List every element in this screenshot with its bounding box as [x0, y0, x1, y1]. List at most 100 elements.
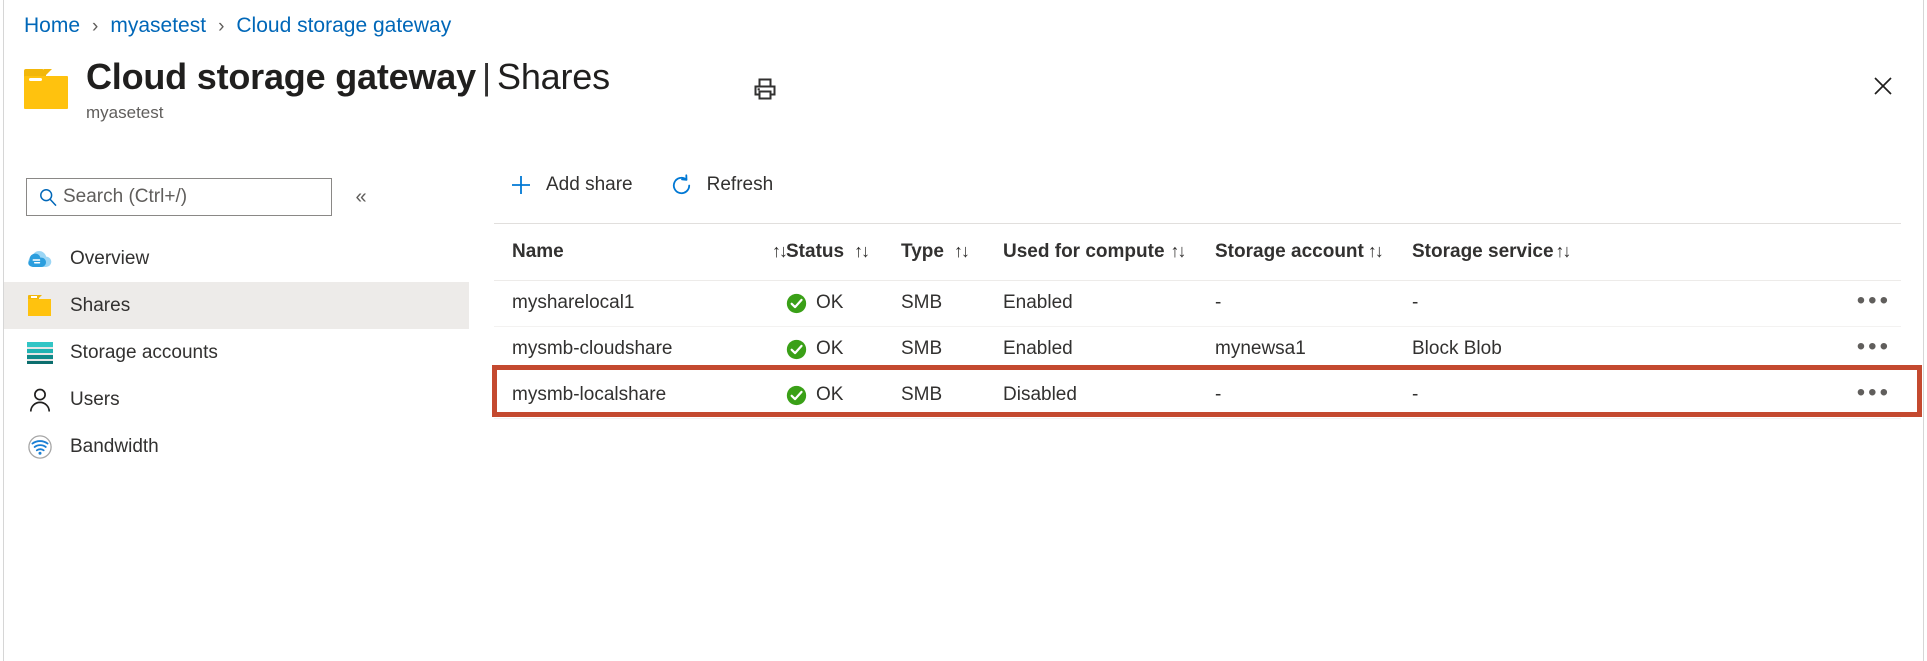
- folder-icon: [24, 69, 72, 109]
- cell-used-for-compute: Disabled: [1003, 372, 1215, 418]
- add-share-label: Add share: [546, 174, 633, 196]
- table-body: mysharelocal1 OK SMB Enabled: [494, 280, 1901, 418]
- column-header-label: Storage account: [1215, 241, 1364, 263]
- row-context-menu-icon[interactable]: •••: [1857, 294, 1891, 306]
- refresh-label: Refresh: [707, 174, 774, 196]
- breadcrumb-item-myasetest[interactable]: myasetest: [110, 14, 206, 38]
- sidebar-item-label: Shares: [70, 295, 130, 317]
- status-label: OK: [816, 338, 843, 360]
- cell-storage-service: Block Blob: [1412, 326, 1811, 372]
- cell-type: SMB: [901, 326, 1003, 372]
- table-row[interactable]: mysmb-cloudshare OK SMB Enabled: [494, 326, 1901, 372]
- page-title-main: Cloud storage gateway: [86, 56, 476, 97]
- cell-actions: •••: [1811, 326, 1901, 372]
- breadcrumb-separator-2: ›: [218, 17, 224, 36]
- breadcrumb: Home › myasetest › Cloud storage gateway: [24, 10, 451, 42]
- sidebar-item-shares[interactable]: Shares: [4, 282, 469, 329]
- cell-status: OK: [786, 372, 901, 418]
- cell-status: OK: [786, 326, 901, 372]
- sidebar-item-storage-accounts[interactable]: Storage accounts: [4, 329, 469, 376]
- sort-icon[interactable]: ↑↓: [1171, 241, 1185, 262]
- page-title: Cloud storage gateway|Shares: [86, 55, 610, 99]
- print-icon[interactable]: [748, 72, 782, 106]
- cell-name[interactable]: mysmb-cloudshare: [494, 326, 786, 372]
- main-content: Add share Refresh: [469, 155, 1923, 661]
- sort-icon[interactable]: ↑↓: [854, 241, 868, 262]
- cell-storage-account: -: [1215, 372, 1412, 418]
- column-header-label: Used for compute: [1003, 241, 1165, 263]
- column-header-storage-service[interactable]: Storage service ↑↓: [1412, 224, 1811, 280]
- column-header-used-for-compute[interactable]: Used for compute ↑↓: [1003, 224, 1215, 280]
- cell-type: SMB: [901, 372, 1003, 418]
- check-circle-icon: [786, 385, 807, 406]
- cell-status: OK: [786, 280, 901, 326]
- column-header-label: Name: [512, 241, 564, 263]
- sidebar: « Overview Shares: [4, 155, 469, 661]
- page-header: Cloud storage gateway|Shares myasetest: [24, 55, 610, 123]
- command-bar: Add share Refresh: [469, 155, 795, 215]
- sidebar-item-overview[interactable]: Overview: [4, 235, 469, 282]
- check-circle-icon: [786, 339, 807, 360]
- column-header-name[interactable]: Name ↑↓: [494, 224, 786, 280]
- status-label: OK: [816, 292, 843, 314]
- cell-storage-account: -: [1215, 280, 1412, 326]
- shares-table: Name ↑↓ Status ↑↓ Type: [494, 224, 1901, 419]
- sort-icon[interactable]: ↑↓: [954, 241, 968, 262]
- sidebar-item-label: Users: [70, 389, 120, 411]
- row-context-menu-icon[interactable]: •••: [1857, 386, 1891, 398]
- cell-actions: •••: [1811, 280, 1901, 326]
- column-header-actions: [1811, 224, 1901, 280]
- cell-actions: •••: [1811, 372, 1901, 418]
- user-icon: [26, 386, 54, 414]
- status-label: OK: [816, 384, 843, 406]
- collapse-sidebar-icon[interactable]: «: [348, 185, 374, 209]
- folder-icon: [26, 292, 54, 320]
- page-subtitle: myasetest: [86, 103, 610, 123]
- storage-accounts-icon: [26, 339, 54, 367]
- refresh-button[interactable]: Refresh: [655, 165, 786, 205]
- sidebar-item-label: Bandwidth: [70, 436, 159, 458]
- blade-panel: Home › myasetest › Cloud storage gateway…: [3, 0, 1924, 661]
- check-circle-icon: [786, 293, 807, 314]
- breadcrumb-item-cloud-storage-gateway[interactable]: Cloud storage gateway: [236, 14, 451, 38]
- table-header-row: Name ↑↓ Status ↑↓ Type: [494, 224, 1901, 280]
- column-header-label: Type: [901, 241, 944, 263]
- page-title-suffix: Shares: [497, 56, 610, 97]
- sidebar-nav: Overview Shares Storage accounts: [4, 235, 469, 470]
- breadcrumb-separator-1: ›: [92, 17, 98, 36]
- cell-used-for-compute: Enabled: [1003, 326, 1215, 372]
- column-header-label: Status: [786, 241, 844, 263]
- search-input[interactable]: [61, 185, 323, 209]
- search-box[interactable]: [26, 178, 332, 216]
- sidebar-item-label: Overview: [70, 248, 149, 270]
- sort-icon[interactable]: ↑↓: [1368, 241, 1382, 262]
- sort-icon[interactable]: ↑↓: [1556, 241, 1570, 262]
- sidebar-item-label: Storage accounts: [70, 342, 218, 364]
- refresh-icon: [667, 170, 697, 200]
- search-icon: [35, 187, 61, 207]
- column-header-storage-account[interactable]: Storage account ↑↓: [1215, 224, 1412, 280]
- breadcrumb-item-home[interactable]: Home: [24, 14, 80, 38]
- column-header-label: Storage service: [1412, 241, 1554, 263]
- table-header: Name ↑↓ Status ↑↓ Type: [494, 224, 1901, 280]
- close-icon[interactable]: [1865, 68, 1901, 104]
- cell-name[interactable]: mysharelocal1: [494, 280, 786, 326]
- cell-storage-service: -: [1412, 280, 1811, 326]
- sidebar-item-bandwidth[interactable]: Bandwidth: [4, 423, 469, 470]
- row-context-menu-icon[interactable]: •••: [1857, 340, 1891, 352]
- column-header-type[interactable]: Type ↑↓: [901, 224, 1003, 280]
- plus-icon: [506, 170, 536, 200]
- cell-type: SMB: [901, 280, 1003, 326]
- sort-icon[interactable]: ↑↓: [772, 241, 786, 262]
- cell-storage-service: -: [1412, 372, 1811, 418]
- add-share-button[interactable]: Add share: [494, 165, 645, 205]
- sidebar-item-users[interactable]: Users: [4, 376, 469, 423]
- cell-name[interactable]: mysmb-localshare: [494, 372, 786, 418]
- shares-table-container: Name ↑↓ Status ↑↓ Type: [494, 223, 1901, 419]
- cloud-icon: [26, 245, 54, 273]
- table-row[interactable]: mysmb-localshare OK SMB Disabled: [494, 372, 1901, 418]
- table-row[interactable]: mysharelocal1 OK SMB Enabled: [494, 280, 1901, 326]
- cell-storage-account: mynewsa1: [1215, 326, 1412, 372]
- cell-used-for-compute: Enabled: [1003, 280, 1215, 326]
- column-header-status[interactable]: Status ↑↓: [786, 224, 901, 280]
